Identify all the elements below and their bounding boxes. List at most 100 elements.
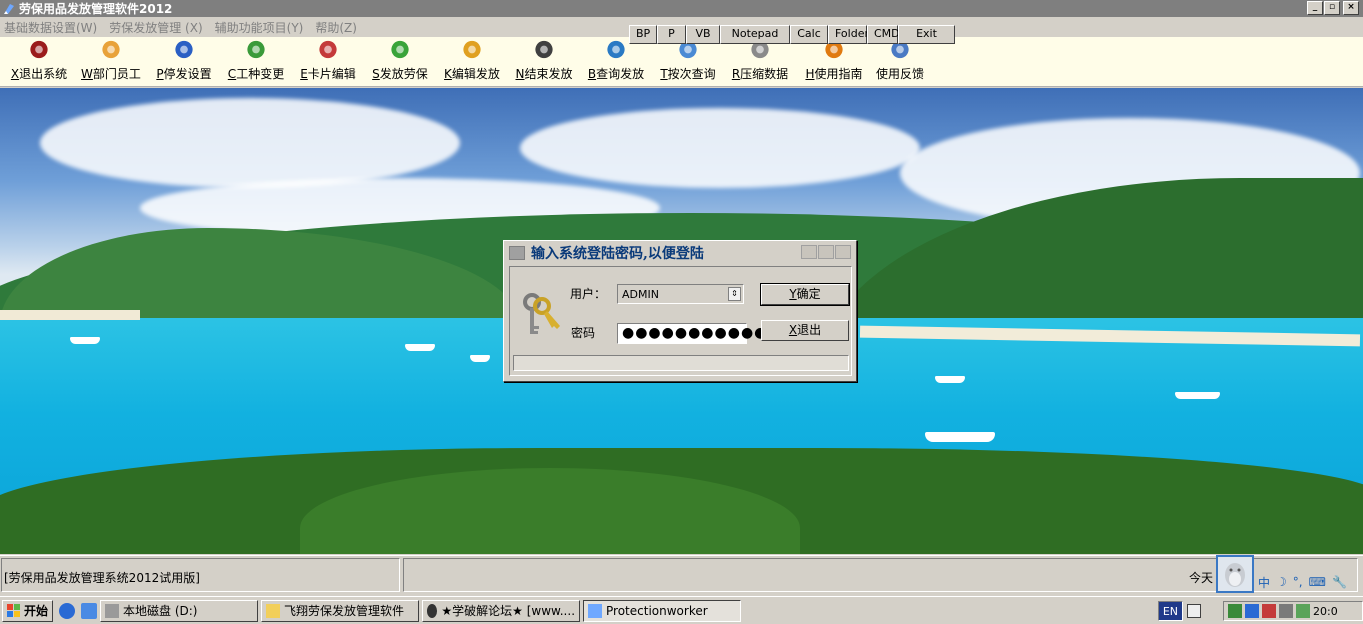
dialog-title: 输入系统登陆密码,以便登陆 [531, 246, 704, 262]
ime-keyboard-icon[interactable]: ⌨ [1309, 575, 1326, 589]
toolbar-button-2[interactable]: P停发设置 [148, 38, 220, 86]
window-title: 劳保用品发放管理软件2012 [19, 2, 173, 16]
toolbar-text: 部门员工 [92, 67, 141, 81]
boat [70, 337, 100, 344]
toolbar-hotkey: S [372, 67, 380, 81]
user-icon [102, 40, 120, 59]
pencil-icon [463, 40, 481, 59]
dialog-title-bar[interactable]: 输入系统登陆密码,以便登陆 [507, 244, 853, 262]
menu-issue-management[interactable]: 劳保发放管理 (X) [109, 19, 202, 36]
toolbar-label: H使用指南 [805, 65, 862, 86]
close-button[interactable]: × [1343, 1, 1359, 15]
toolbar-hotkey: R [731, 67, 741, 81]
cloud [520, 108, 920, 188]
clock[interactable]: 20:0 [1313, 605, 1338, 618]
ime-moon-icon[interactable]: ☽ [1276, 575, 1287, 589]
toolbar-button-8[interactable]: B查询发放 [580, 38, 652, 86]
toolbar-button-9[interactable]: T按次查询 [652, 38, 724, 86]
title-bar: 劳保用品发放管理软件2012 _ ▫ × [0, 0, 1363, 17]
exit-label: 退出 [797, 323, 822, 337]
app-icon [588, 603, 603, 618]
p-button[interactable]: P [657, 25, 686, 44]
toolbar-button-5[interactable]: S发放劳保 [364, 38, 436, 86]
toolbar-button-4[interactable]: E卡片编辑 [292, 38, 364, 86]
toolbar-button-1[interactable]: W部门员工 [74, 38, 148, 86]
exit-button[interactable]: X退出 [761, 320, 849, 341]
taskbar: 开始 本地磁盘 (D:) 飞翔劳保发放管理软件 ★学破解论坛★ [www....… [0, 596, 1363, 624]
toolbar-hotkey: W [81, 67, 93, 81]
toolbar-text: 结束发放 [524, 67, 573, 81]
task-browser[interactable]: ★学破解论坛★ [www.... [422, 599, 581, 622]
desktop-icon[interactable] [81, 602, 98, 619]
drive-icon [105, 603, 120, 618]
task-local-disk[interactable]: 本地磁盘 (D:) [100, 599, 259, 622]
language-indicator[interactable]: EN [1157, 601, 1183, 621]
bp-button[interactable]: BP [629, 25, 657, 44]
toolbar-label: N结束发放 [516, 65, 573, 86]
qq-avatar[interactable] [1216, 555, 1254, 593]
task-folder[interactable]: 飞翔劳保发放管理软件 [261, 599, 420, 622]
calc-button[interactable]: Calc [790, 25, 828, 44]
dialog-maximize-button[interactable] [818, 245, 834, 259]
toolbar-button-12[interactable]: 使用反馈 [872, 38, 928, 86]
minimize-button[interactable]: _ [1307, 1, 1323, 15]
status-right-panel: 今天 [403, 558, 1358, 592]
password-field[interactable]: ●●●●●●●●●●● [617, 323, 766, 344]
chevron-updown-icon[interactable]: ⇕ [728, 287, 741, 301]
tray-app-icon[interactable] [1228, 604, 1242, 618]
toolbar-label: S发放劳保 [372, 65, 428, 86]
toolbar-label: E卡片编辑 [300, 65, 356, 86]
user-value: ADMIN [622, 288, 659, 301]
system-tray: EN 20:0 [1157, 599, 1363, 623]
user-select[interactable]: ADMIN ⇕ [617, 284, 744, 304]
toolbar-button-0[interactable]: X退出系统 [4, 38, 74, 86]
notepad-button[interactable]: Notepad [720, 25, 790, 44]
password-label: 密码 [571, 326, 596, 340]
quick-launch-bar: BP P VB Notepad Calc Folder CMD Exit [629, 25, 955, 44]
cmd-button[interactable]: CMD [867, 25, 900, 44]
toolbar-button-11[interactable]: H使用指南 [796, 38, 872, 86]
confirm-button[interactable]: Y确定 [760, 283, 850, 306]
beach [0, 310, 140, 320]
toolbar-text: 编辑发放 [451, 67, 500, 81]
boat [925, 432, 995, 442]
toolbar-text: 按次查询 [667, 67, 716, 81]
toolbar-text: 查询发放 [596, 67, 645, 81]
help-icon[interactable] [1187, 604, 1201, 618]
users-icon [247, 40, 265, 59]
tray-security-icon[interactable] [1296, 604, 1310, 618]
dialog-icon [509, 246, 525, 260]
tray-search-icon[interactable] [1245, 604, 1259, 618]
network-icon[interactable] [1205, 604, 1219, 618]
folder-button[interactable]: Folder [828, 25, 869, 44]
boat [935, 376, 965, 383]
ime-punct-icon[interactable]: °, [1293, 575, 1303, 589]
boat [470, 355, 490, 362]
menu-help[interactable]: 帮助(Z) [315, 19, 357, 36]
toolbar-button-7[interactable]: N结束发放 [508, 38, 580, 86]
exit-door-icon [30, 40, 48, 59]
ime-chinese-toggle[interactable]: 中 [1258, 574, 1270, 591]
task-label: Protectionworker [606, 603, 708, 618]
dialog-minimize-button[interactable] [801, 245, 817, 259]
menu-auxiliary[interactable]: 辅助功能项目(Y) [215, 19, 304, 36]
ime-toolbar: 中 ☽ °, ⌨ 🔧 [1256, 572, 1362, 592]
toolbar-text: 使用反馈 [875, 67, 924, 81]
toolbar-text: 发放劳保 [379, 67, 428, 81]
start-button[interactable]: 开始 [2, 599, 54, 622]
ime-wrench-icon[interactable]: 🔧 [1332, 575, 1347, 589]
tray-mail-icon[interactable] [1262, 604, 1276, 618]
toolbar-label: W部门员工 [81, 65, 141, 86]
exit-quick-button[interactable]: Exit [898, 25, 955, 44]
toolbar-button-6[interactable]: K编辑发放 [436, 38, 508, 86]
dialog-status-bar [513, 355, 849, 371]
dialog-close-button[interactable] [835, 245, 851, 259]
menu-basic-data[interactable]: 基础数据设置(W) [4, 19, 97, 36]
tray-volume-icon[interactable] [1279, 604, 1293, 618]
vb-button[interactable]: VB [686, 25, 720, 44]
toolbar-button-10[interactable]: R压缩数据 [724, 38, 796, 86]
toolbar-button-3[interactable]: C工种变更 [220, 38, 292, 86]
restore-button[interactable]: ▫ [1324, 1, 1340, 15]
ie-icon[interactable] [59, 602, 76, 619]
task-protectionworker[interactable]: Protectionworker [583, 599, 742, 622]
